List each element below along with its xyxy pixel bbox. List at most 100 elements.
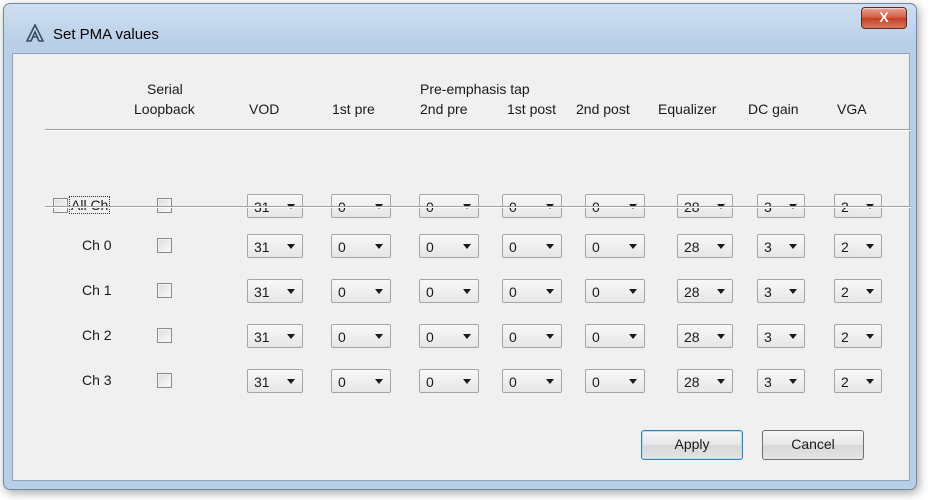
select-value: 0 [592, 374, 600, 390]
select-value: 2 [841, 374, 849, 390]
channel-2-vga-select[interactable]: 2 [834, 324, 882, 348]
channel-2-equalizer-select[interactable]: 28 [677, 324, 733, 348]
channel-3-vod-select[interactable]: 31 [247, 369, 303, 393]
channel-3-vga-select[interactable]: 2 [834, 369, 882, 393]
channel-2-loopback-checkbox[interactable] [157, 328, 172, 343]
select-value: 2 [841, 284, 849, 300]
chevron-down-icon [375, 244, 383, 249]
select-value: 0 [509, 284, 517, 300]
channel-0-dc-gain-select[interactable]: 3 [757, 234, 805, 258]
channel-0-2nd-pre-select[interactable]: 0 [419, 234, 479, 258]
chevron-down-icon [629, 289, 637, 294]
chevron-down-icon [287, 379, 295, 384]
app-logo-icon [26, 24, 44, 42]
channel-2-vod-select[interactable]: 31 [247, 324, 303, 348]
chevron-down-icon [287, 289, 295, 294]
chevron-down-icon [789, 289, 797, 294]
select-value: 0 [592, 284, 600, 300]
channel-0-loopback-checkbox[interactable] [157, 238, 172, 253]
select-value: 28 [684, 239, 700, 255]
header-1st-pre: 1st pre [332, 101, 375, 117]
channel-2-1st-pre-select[interactable]: 0 [331, 324, 391, 348]
all-channels-separator [45, 206, 911, 208]
channel-3-dc-gain-select[interactable]: 3 [757, 369, 805, 393]
dialog-window: Set PMA values X Serial Loopback VOD Pre… [3, 3, 917, 490]
cancel-button[interactable]: Cancel [762, 430, 864, 460]
channel-3-2nd-pre-select[interactable]: 0 [419, 369, 479, 393]
chevron-down-icon [546, 379, 554, 384]
channel-0-vga-select[interactable]: 2 [834, 234, 882, 258]
chevron-down-icon [629, 379, 637, 384]
channel-1-loopback-checkbox[interactable] [157, 283, 172, 298]
channel-0-1st-pre-select[interactable]: 0 [331, 234, 391, 258]
channel-2-2nd-pre-select[interactable]: 0 [419, 324, 479, 348]
channel-0-2nd-post-select[interactable]: 0 [585, 234, 645, 258]
chevron-down-icon [717, 379, 725, 384]
header-pre-emphasis-tap: Pre-emphasis tap [420, 81, 530, 97]
chevron-down-icon [789, 244, 797, 249]
chevron-down-icon [375, 334, 383, 339]
apply-button[interactable]: Apply [641, 430, 743, 460]
close-button[interactable]: X [861, 7, 907, 29]
channel-3-1st-pre-select[interactable]: 0 [331, 369, 391, 393]
select-value: 0 [592, 239, 600, 255]
select-value: 3 [764, 329, 772, 345]
chevron-down-icon [546, 244, 554, 249]
select-value: 31 [254, 284, 270, 300]
select-value: 0 [338, 284, 346, 300]
select-value: 0 [426, 284, 434, 300]
chevron-down-icon [789, 379, 797, 384]
select-value: 0 [426, 329, 434, 345]
chevron-down-icon [546, 334, 554, 339]
channel-0-1st-post-select[interactable]: 0 [502, 234, 562, 258]
window-title: Set PMA values [53, 26, 159, 43]
channel-3-1st-post-select[interactable]: 0 [502, 369, 562, 393]
select-value: 3 [764, 284, 772, 300]
channel-1-dc-gain-select[interactable]: 3 [757, 279, 805, 303]
channel-0-vod-select[interactable]: 31 [247, 234, 303, 258]
title-bar[interactable]: Set PMA values X [4, 4, 916, 43]
channel-2-2nd-post-select[interactable]: 0 [585, 324, 645, 348]
select-value: 0 [509, 329, 517, 345]
channel-1-vod-select[interactable]: 31 [247, 279, 303, 303]
chevron-down-icon [717, 289, 725, 294]
channel-1-2nd-post-select[interactable]: 0 [585, 279, 645, 303]
chevron-down-icon [463, 244, 471, 249]
channel-1-2nd-pre-select[interactable]: 0 [419, 279, 479, 303]
select-value: 0 [338, 329, 346, 345]
chevron-down-icon [375, 379, 383, 384]
header-1st-post: 1st post [507, 101, 557, 117]
channel-1-vga-select[interactable]: 2 [834, 279, 882, 303]
select-value: 28 [684, 329, 700, 345]
select-value: 28 [684, 284, 700, 300]
chevron-down-icon [463, 334, 471, 339]
channel-1-equalizer-select[interactable]: 28 [677, 279, 733, 303]
chevron-down-icon [717, 334, 725, 339]
select-value: 31 [254, 374, 270, 390]
channel-3-2nd-post-select[interactable]: 0 [585, 369, 645, 393]
channel-1-1st-post-select[interactable]: 0 [502, 279, 562, 303]
channel-label: Ch 3 [82, 372, 112, 388]
dialog-body: Serial Loopback VOD Pre-emphasis tap 1st… [12, 53, 911, 481]
chevron-down-icon [463, 289, 471, 294]
select-value: 0 [592, 329, 600, 345]
select-value: 31 [254, 329, 270, 345]
channel-0-equalizer-select[interactable]: 28 [677, 234, 733, 258]
header-2nd-pre: 2nd pre [420, 101, 468, 117]
chevron-down-icon [375, 289, 383, 294]
header-equalizer: Equalizer [658, 101, 717, 117]
select-value: 3 [764, 374, 772, 390]
channel-1-1st-pre-select[interactable]: 0 [331, 279, 391, 303]
channel-3-loopback-checkbox[interactable] [157, 373, 172, 388]
chevron-down-icon [546, 289, 554, 294]
channel-2-1st-post-select[interactable]: 0 [502, 324, 562, 348]
chevron-down-icon [866, 379, 874, 384]
header-serial-line1: Serial [147, 81, 183, 97]
select-value: 2 [841, 239, 849, 255]
chevron-down-icon [287, 334, 295, 339]
channel-2-dc-gain-select[interactable]: 3 [757, 324, 805, 348]
chevron-down-icon [789, 334, 797, 339]
chevron-down-icon [866, 289, 874, 294]
channel-3-equalizer-select[interactable]: 28 [677, 369, 733, 393]
chevron-down-icon [629, 334, 637, 339]
